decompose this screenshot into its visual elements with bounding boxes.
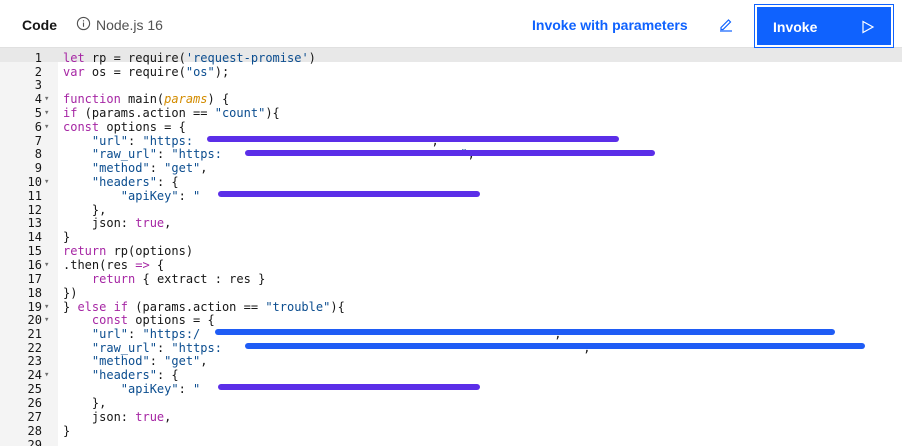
code-text: "method": "get", [91,354,208,368]
code-line[interactable]: 2 var os = require("os"); [0,65,902,79]
line-number: 17 [27,272,42,286]
line-number: 19 [27,300,42,314]
line-number: 1 [34,51,42,65]
line-number: 29 [27,438,42,446]
line-number: 25 [27,382,42,396]
info-icon[interactable] [76,16,91,31]
code-text: json: true, [63,410,172,424]
code-text: "headers": { [91,175,179,189]
code-text: "method": "get", [91,161,208,175]
line-number: 11 [27,189,42,203]
code-line[interactable]: 19 ▾ } else if (params.action == "trouble"… [0,300,902,314]
code-line[interactable]: 28} [0,424,902,438]
line-number: 2 [34,65,42,79]
code-line[interactable]: 20 ▾ const options = { [0,313,902,327]
redaction-mark [245,343,865,349]
line-number: 9 [34,161,42,175]
redaction-mark [218,384,480,390]
fold-arrow-icon[interactable]: ▾ [44,175,56,189]
invoke-with-parameters-link[interactable]: Invoke with parameters [532,17,688,33]
code-line[interactable]: 18}) [0,286,902,300]
invoke-button-label: Invoke [773,19,818,35]
code-text: const options = { [63,120,186,134]
code-line[interactable]: 4 ▾ function main(params) { [0,92,902,106]
redaction-mark [218,191,480,197]
line-number: 23 [27,354,42,368]
line-number: 6 [34,120,42,134]
code-text: return rp(options) [63,244,194,258]
code-text: function main(params) { [63,92,230,106]
line-number: 15 [27,244,42,258]
fold-arrow-icon[interactable]: ▾ [44,120,56,134]
line-number: 27 [27,410,42,424]
code-text: return { extract : res } [91,272,266,286]
code-panel-header: Code Node.js 16 Invoke with parameters I… [0,0,902,48]
code-text: if (params.action == "count"){ [63,106,280,120]
code-line[interactable]: 17 return { extract : res } [0,272,902,286]
code-line[interactable]: 1 let rp = require('request-promise') [0,51,902,65]
code-text: let rp = require('request-promise') [63,51,316,65]
pencil-icon[interactable] [718,16,734,32]
fold-arrow-icon[interactable]: ▾ [44,313,56,327]
code-text: } [63,424,71,438]
fold-arrow-icon[interactable]: ▾ [44,92,56,106]
line-number: 24 [27,368,42,382]
code-text: }) [63,286,78,300]
play-icon [862,20,875,34]
line-number: 14 [27,230,42,244]
line-number: 16 [27,258,42,272]
code-line[interactable]: 13 json: true, [0,216,902,230]
line-number: 21 [27,327,42,341]
code-line[interactable]: 9 "method": "get", [0,161,902,175]
code-text: "headers": { [91,368,179,382]
fold-arrow-icon[interactable]: ▾ [44,106,56,120]
code-text: } else if (params.action == "trouble"){ [63,300,345,314]
line-number: 4 [34,92,42,106]
line-number: 3 [34,78,42,92]
line-number: 26 [27,396,42,410]
line-number: 13 [27,216,42,230]
fold-arrow-icon[interactable]: ▾ [44,300,56,314]
code-line[interactable]: 10 ▾ "headers": { [0,175,902,189]
redaction-mark [215,329,835,335]
line-number: 28 [27,424,42,438]
code-line[interactable]: 16 ▾ .then(res => { [0,258,902,272]
code-line[interactable]: 3 [0,78,902,92]
line-number: 18 [27,286,42,300]
invoke-button[interactable]: Invoke [754,4,894,48]
line-number: 8 [34,147,42,161]
line-number: 20 [27,313,42,327]
code-line[interactable]: 15 return rp(options) [0,244,902,258]
code-line[interactable]: 14} [0,230,902,244]
line-number: 22 [27,341,42,355]
fold-arrow-icon[interactable]: ▾ [44,368,56,382]
code-line[interactable]: 6 ▾ const options = { [0,120,902,134]
fold-arrow-icon[interactable]: ▾ [44,258,56,272]
line-number: 12 [27,203,42,217]
redaction-mark [207,136,619,142]
code-line[interactable]: 5 ▾ if (params.action == "count"){ [0,106,902,120]
code-line[interactable]: 12 }, [0,203,902,217]
code-line[interactable]: 26 }, [0,396,902,410]
code-editor[interactable]: 1 let rp = require('request-promise') 2 var… [0,48,902,446]
code-text: .then(res => { [63,258,165,272]
code-text: json: true, [63,216,172,230]
code-text: const options = { [91,313,215,327]
code-text: var os = require("os"); [63,65,230,79]
code-text: }, [63,203,107,217]
code-text: } [63,230,71,244]
panel-title: Code [22,17,57,33]
code-line[interactable]: 29 [0,438,902,446]
runtime-label: Node.js 16 [96,17,163,33]
code-text: }, [63,396,107,410]
redaction-mark [245,150,655,156]
line-number: 5 [34,106,42,120]
code-line[interactable]: 27 json: true, [0,410,902,424]
code-line[interactable]: 23 "method": "get", [0,354,902,368]
code-line[interactable]: 24 ▾ "headers": { [0,368,902,382]
line-number: 7 [34,134,42,148]
code-lines[interactable]: 1 let rp = require('request-promise') 2 var… [0,48,902,446]
line-number: 10 [27,175,42,189]
